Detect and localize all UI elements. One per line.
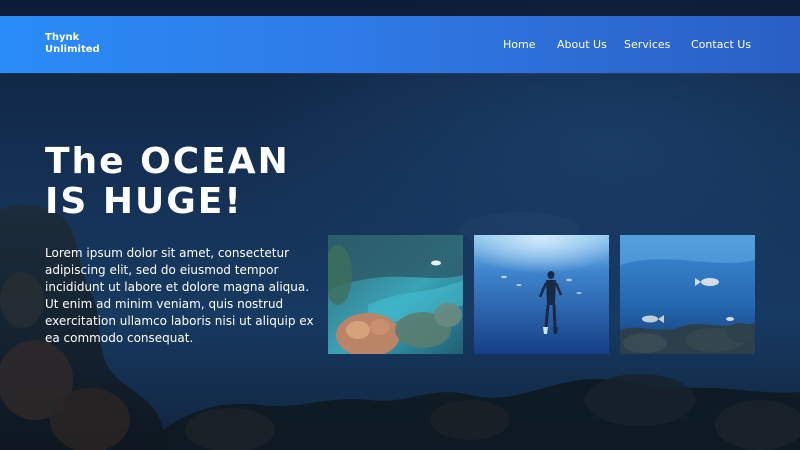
hero-title: The OCEAN IS HUGE! xyxy=(45,142,325,222)
nav-link-home[interactable]: Home xyxy=(503,38,535,51)
gallery-image-reef-fish[interactable] xyxy=(620,235,755,354)
reef-fish-image xyxy=(620,235,755,354)
brand-logo[interactable]: Thynk Unlimited xyxy=(45,32,125,56)
nav-link-contact-us[interactable]: Contact Us xyxy=(691,38,751,51)
nav-link-about-us[interactable]: About Us xyxy=(557,38,607,51)
diver-image xyxy=(474,235,609,354)
hero-title-line-1: The OCEAN xyxy=(45,141,290,182)
hero-title-line-2: IS HUGE! xyxy=(45,181,243,222)
nav-link-services[interactable]: Services xyxy=(624,38,670,51)
gallery-image-coral-reef[interactable] xyxy=(328,235,463,354)
gallery-image-diver[interactable] xyxy=(474,235,609,354)
brand-line-2: Unlimited xyxy=(45,44,100,55)
brand-line-1: Thynk xyxy=(45,32,80,43)
landing-page: Thynk Unlimited Home About Us Services C… xyxy=(0,0,800,450)
coral-reef-image xyxy=(328,235,463,354)
navbar: Thynk Unlimited Home About Us Services C… xyxy=(0,16,800,73)
hero-description: Lorem ipsum dolor sit amet, consectetur … xyxy=(45,246,314,345)
